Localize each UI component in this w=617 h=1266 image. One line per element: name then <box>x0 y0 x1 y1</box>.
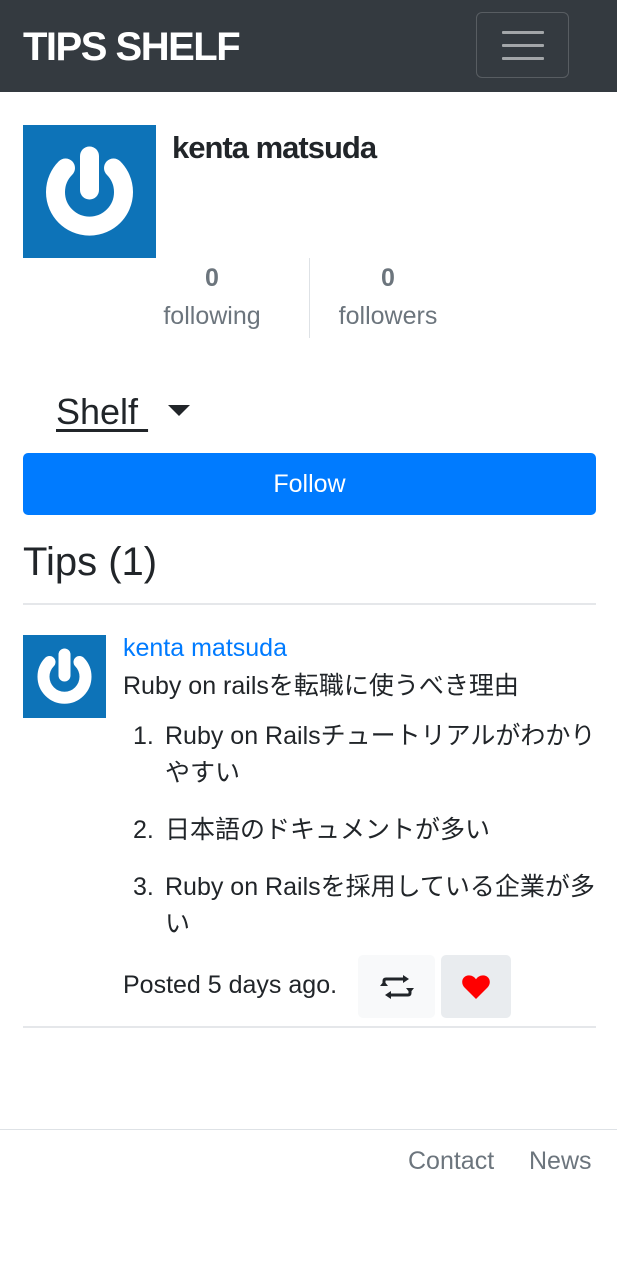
followers-count: 0 <box>381 264 395 292</box>
footer-link-contact[interactable]: Contact <box>408 1145 494 1177</box>
list-item: 3. Ruby on Railsを採用している企業が多い <box>133 869 603 943</box>
heart-icon <box>462 974 490 999</box>
follow-button[interactable]: Follow <box>23 453 596 515</box>
tips-heading: Tips (1) <box>23 540 158 584</box>
divider <box>23 1026 596 1028</box>
hamburger-icon <box>502 57 544 60</box>
retweet-button[interactable] <box>358 955 435 1018</box>
list-text: Ruby on Railsを採用している企業が多い <box>165 873 595 938</box>
stat-divider <box>309 258 310 338</box>
list-item: 1. Ruby on Railsチュートリアルがわかりやすい <box>133 718 603 792</box>
power-icon <box>46 146 133 236</box>
list-number: 1. <box>133 722 154 750</box>
retweet-icon <box>379 974 414 999</box>
avatar <box>23 125 156 258</box>
tip-content-list: 1. Ruby on Railsチュートリアルがわかりやすい 2. 日本語のドキ… <box>133 718 603 963</box>
hamburger-icon <box>502 31 544 34</box>
list-number: 3. <box>133 873 154 901</box>
following-count: 0 <box>205 264 219 292</box>
tip-title: Ruby on railsを転職に使うべき理由 <box>123 672 519 700</box>
list-text: Ruby on Railsチュートリアルがわかりやすい <box>165 722 596 787</box>
divider <box>23 603 596 605</box>
following-label: following <box>163 302 261 330</box>
list-text: 日本語のドキュメントが多い <box>165 816 491 844</box>
power-icon <box>37 648 92 704</box>
following-stat[interactable]: 0 following <box>137 262 287 335</box>
hamburger-icon <box>502 44 544 47</box>
tip-author-avatar[interactable] <box>23 635 106 718</box>
profile-name: kenta matsuda <box>172 130 377 165</box>
caret-down-icon[interactable] <box>168 405 190 416</box>
footer-link-news[interactable]: News <box>529 1145 592 1177</box>
shelf-dropdown[interactable]: Shelf <box>56 390 148 434</box>
posted-time: Posted 5 days ago. <box>123 971 338 999</box>
like-button[interactable] <box>441 955 511 1018</box>
tip-author-link[interactable]: kenta matsuda <box>123 632 287 664</box>
followers-label: followers <box>338 302 438 330</box>
menu-toggle-button[interactable] <box>476 12 569 78</box>
footer-divider <box>0 1129 617 1130</box>
followers-stat[interactable]: 0 followers <box>313 262 463 335</box>
navbar: TIPS SHELF <box>0 0 617 92</box>
brand-logo[interactable]: TIPS SHELF <box>23 24 241 70</box>
list-item: 2. 日本語のドキュメントが多い <box>133 812 603 849</box>
list-number: 2. <box>133 816 154 844</box>
